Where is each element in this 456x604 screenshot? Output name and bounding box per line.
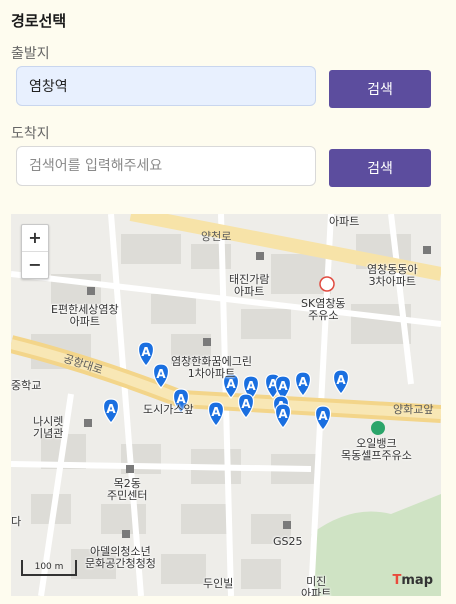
- page-title: 경로선택: [11, 12, 67, 30]
- route-marker[interactable]: A: [294, 371, 312, 397]
- svg-text:A: A: [246, 379, 256, 393]
- origin-input[interactable]: [16, 66, 316, 106]
- place-label: 미진 아파트: [301, 575, 332, 597]
- road-label: 양천로: [201, 230, 232, 243]
- origin-label: 출발지: [11, 46, 50, 62]
- oilbank-station-icon: [371, 421, 385, 435]
- zoom-control: + −: [21, 224, 49, 279]
- sk-station-icon: [319, 276, 335, 292]
- route-marker[interactable]: A: [274, 403, 292, 429]
- place-label: 나시렛 기념관: [33, 415, 64, 440]
- place-label: GS25: [273, 535, 303, 548]
- place-label: 염창동동아 3차아파트: [367, 263, 418, 288]
- svg-text:A: A: [336, 373, 346, 387]
- svg-text:A: A: [298, 375, 308, 389]
- zoom-in-button[interactable]: +: [22, 225, 48, 252]
- road-label: 양화교앞: [393, 403, 434, 416]
- destination-label: 도착지: [11, 126, 50, 142]
- route-marker[interactable]: A: [207, 401, 225, 427]
- svg-text:A: A: [156, 367, 166, 381]
- place-label: 아델의청소년 문화공간청청청: [85, 545, 156, 570]
- origin-search-button[interactable]: 검색: [329, 70, 431, 108]
- place-label: 아파트: [329, 215, 360, 228]
- zoom-out-button[interactable]: −: [22, 252, 48, 278]
- place-label: 염창한화꿈에그린 1차아파트: [171, 355, 252, 380]
- route-marker[interactable]: A: [137, 341, 155, 367]
- svg-text:A: A: [318, 409, 328, 423]
- route-marker[interactable]: A: [102, 398, 120, 424]
- place-label: 목2동 주민센터: [107, 477, 148, 502]
- svg-text:A: A: [278, 407, 288, 421]
- svg-text:A: A: [211, 405, 221, 419]
- place-label: 두인빌: [203, 577, 234, 590]
- svg-text:A: A: [278, 379, 288, 393]
- destination-input[interactable]: [16, 146, 316, 186]
- svg-text:A: A: [106, 402, 116, 416]
- place-label: 오일뱅크 목동셀프주유소: [341, 437, 412, 462]
- map-scale: 100 m: [21, 560, 77, 576]
- route-marker[interactable]: A: [237, 393, 255, 419]
- place-label: 태진가람 아파트: [229, 273, 270, 298]
- svg-text:A: A: [241, 397, 251, 411]
- svg-text:A: A: [141, 345, 151, 359]
- destination-search-button[interactable]: 검색: [329, 149, 431, 187]
- map-logo: Tmap: [392, 573, 434, 588]
- place-label: 중학교: [11, 379, 42, 392]
- place-label: SK염창동 주유소: [301, 297, 346, 322]
- route-marker[interactable]: A: [332, 369, 350, 395]
- place-label: 다: [11, 515, 22, 528]
- map-view[interactable]: AAAAAAAAAAAAAAA + − 양천로 공항대로 양화교앞 아파트 태진…: [11, 214, 441, 596]
- place-label: 도시가스앞: [143, 403, 194, 416]
- place-label: E편한세상염창 아파트: [51, 303, 119, 328]
